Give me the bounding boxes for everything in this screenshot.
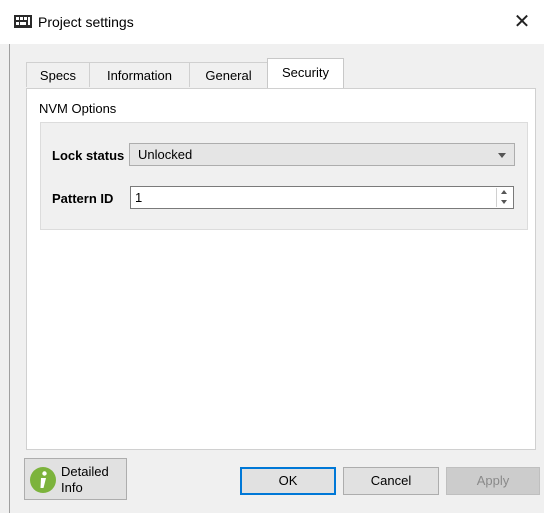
pattern-id-stepper [130,186,514,209]
arrow-down-icon [501,200,507,204]
spin-up-button[interactable] [497,188,512,197]
cancel-button[interactable]: Cancel [343,467,439,495]
tab-information[interactable]: Information [89,62,190,87]
close-icon[interactable]: ✕ [500,0,544,44]
detailed-info-line1: Detailed [61,464,109,479]
lock-status-label: Lock status [52,148,125,163]
project-settings-window: Project settings ✕ Specs Information Gen… [0,0,544,513]
info-icon [30,467,56,493]
nvm-options-title: NVM Options [39,101,117,116]
chevron-down-icon [498,153,506,158]
tab-security[interactable]: Security [267,58,344,88]
pattern-id-input[interactable] [135,189,475,206]
arrow-up-icon [501,190,507,194]
title-bar[interactable]: Project settings ✕ [0,0,544,44]
detailed-info-button[interactable]: Detailed Info [24,458,127,500]
lock-status-select[interactable]: Unlocked [129,143,515,166]
ok-button[interactable]: OK [240,467,336,495]
window-left-border [9,44,10,513]
window-title: Project settings [38,14,134,30]
spin-down-button[interactable] [497,198,512,207]
nvm-options-group [40,122,528,230]
tab-general[interactable]: General [189,62,268,87]
apply-button[interactable]: Apply [446,467,540,495]
tab-specs[interactable]: Specs [26,62,90,87]
spin-buttons [496,188,512,207]
detailed-info-label: Detailed Info [61,464,109,496]
lock-status-value: Unlocked [138,147,193,162]
pattern-id-label: Pattern ID [52,191,114,206]
detailed-info-line2: Info [61,480,83,495]
chip-icon [14,15,32,28]
